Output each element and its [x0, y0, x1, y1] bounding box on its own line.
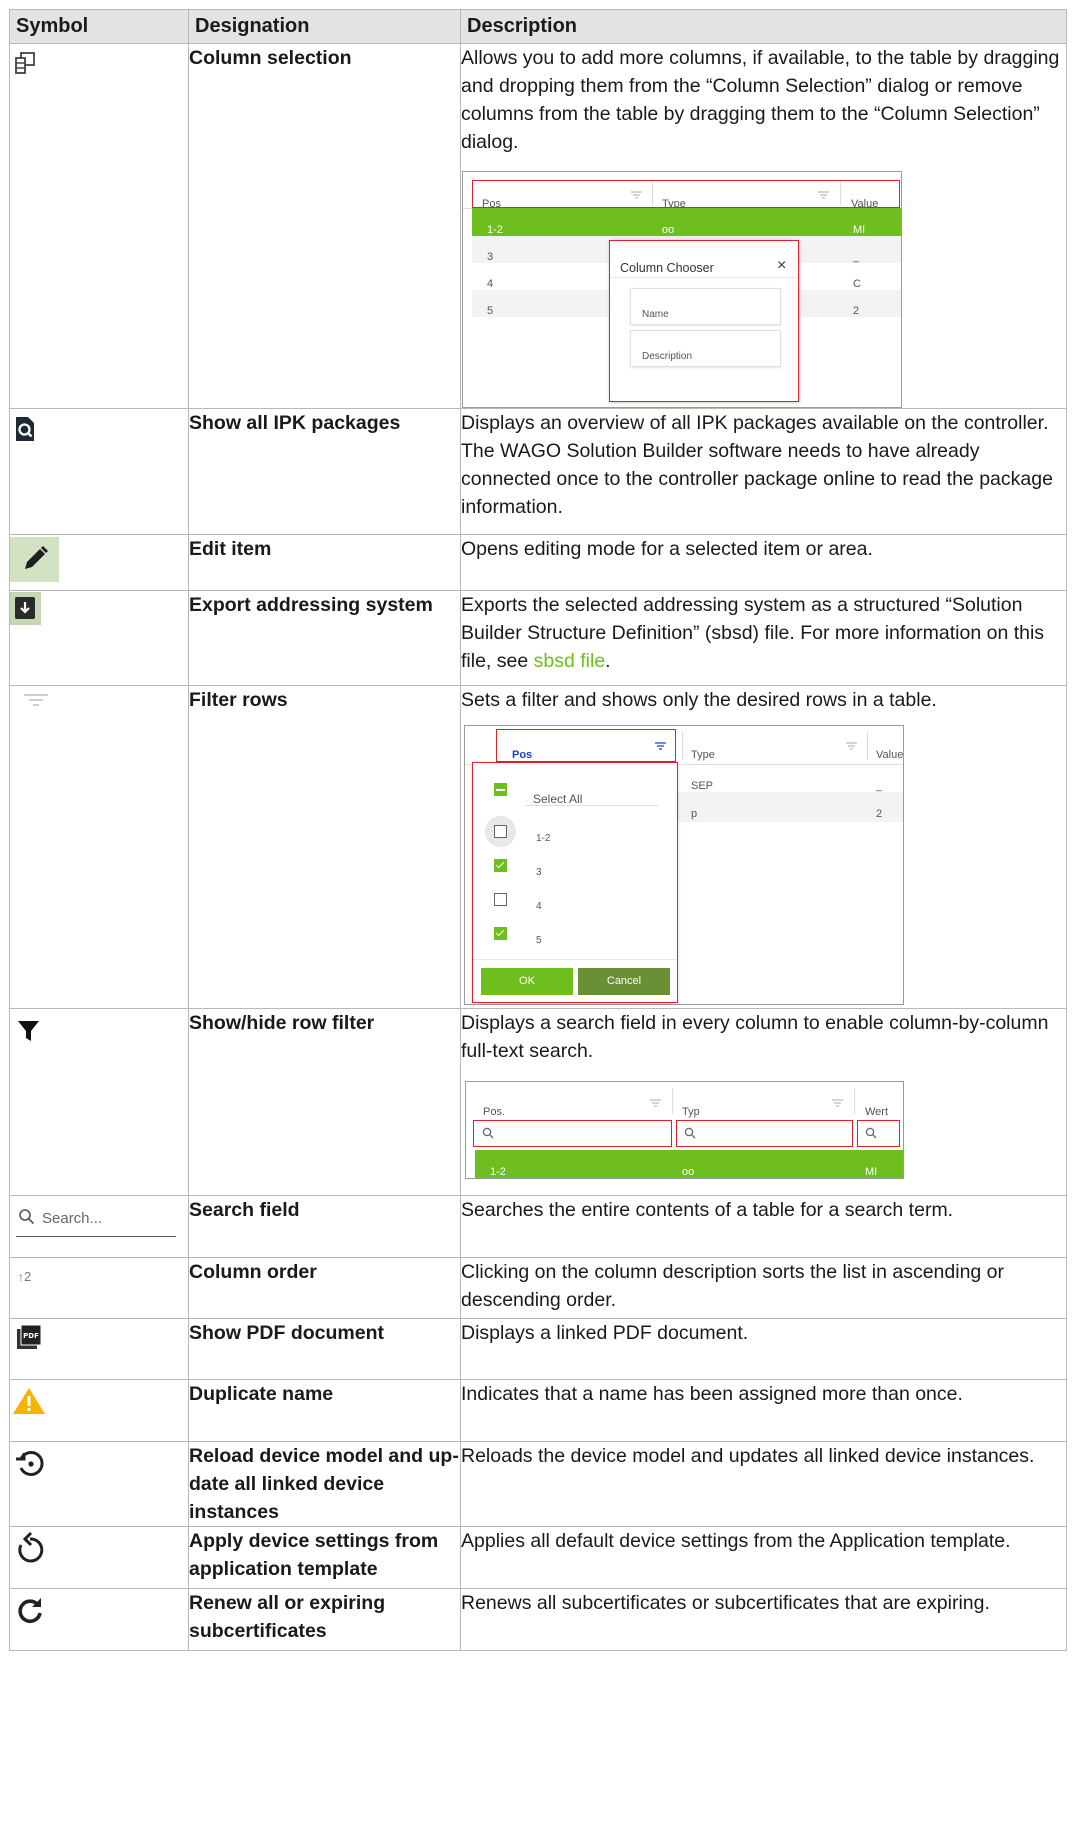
shot-cell: 2: [876, 808, 883, 820]
search-placeholder: Search...: [42, 1210, 103, 1227]
shot-header-type: Type: [691, 749, 715, 761]
row-designation: Export addressing system: [188, 590, 461, 686]
table-row: Renew all or expiring subcer­tificates R…: [9, 1588, 1067, 1651]
row-description: Sets a filter and shows only the desired…: [461, 689, 937, 711]
row-description: Displays a search field in every column …: [461, 1012, 1049, 1062]
shot-cell: 3: [487, 251, 494, 263]
row-description: Opens editing mode for a selected item o…: [460, 534, 1067, 591]
pdf-icon: PDF: [17, 1324, 42, 1349]
search-field-sample: Search...: [16, 1200, 176, 1237]
table-row: Apply device settings from ap­plication …: [9, 1526, 1067, 1589]
table-row: PDF Show PDF document Displays a linked …: [9, 1318, 1067, 1380]
warning-icon: [13, 1388, 45, 1414]
shot-cell: MI: [865, 1166, 878, 1178]
table-row: Column selection Allows you to add more …: [9, 43, 1067, 409]
sbsd-file-link[interactable]: sbsd file: [534, 650, 606, 672]
search-field-highlight[interactable]: [676, 1120, 853, 1147]
pencil-icon: [10, 537, 59, 582]
filter-screenshot: Pos Type Value SEP _ p 2 Select All 1-2 …: [464, 725, 904, 1005]
shot-cell: 5: [487, 305, 494, 317]
row-designation: Edit item: [188, 534, 461, 591]
table-row: Edit item Opens editing mode for a selec…: [9, 534, 1067, 591]
export-icon: [10, 592, 41, 625]
table-row: ↑2 Column order Clicking on the column d…: [9, 1257, 1067, 1319]
header-description: Description: [460, 9, 1067, 44]
shot-cell: 2: [853, 305, 860, 317]
search-icon: [865, 1127, 877, 1139]
reload-icon: [16, 1451, 44, 1476]
row-filter-screenshot: Pos. Typ Wert 1-2 oo MI: [465, 1081, 904, 1179]
restore-icon: [18, 1531, 44, 1563]
row-description: Allows you to add more columns, if avail…: [461, 47, 1060, 153]
row-designation: Show PDF document: [188, 1318, 461, 1380]
dialog-highlight: [609, 240, 799, 402]
shot-cell: oo: [682, 1166, 695, 1178]
funnel-icon: [18, 1021, 39, 1041]
filter-rows-icon: [24, 694, 48, 706]
row-designation: Column order: [188, 1257, 461, 1319]
filter-lines-icon: [832, 1099, 843, 1107]
search-icon: [684, 1127, 696, 1139]
sort-order-number: 2: [24, 1269, 32, 1284]
row-description: Clicking on the column description sorts…: [460, 1257, 1067, 1319]
row-designation: Duplicate name: [188, 1379, 461, 1442]
column-chooser-screenshot: Pos Type Value 1-2 oo MI 3 _ 4 C 5 2 Col…: [462, 171, 902, 408]
header-designation: Designation: [188, 9, 461, 44]
search-icon: [19, 1209, 35, 1225]
table-row: Duplicate name Indicates that a name has…: [9, 1379, 1067, 1442]
header-highlight: [472, 180, 900, 208]
table-row: Search... Search field Searches the enti…: [9, 1195, 1067, 1258]
row-description: Displays an overview of all IPK packages…: [460, 408, 1067, 535]
shot-selected-row: [472, 208, 901, 236]
row-designation: Filter rows: [188, 685, 461, 1009]
row-designation: Reload device model and up­date all link…: [188, 1441, 461, 1527]
row-description-end: .: [605, 650, 611, 672]
row-designation: Apply device settings from ap­plication …: [188, 1526, 461, 1589]
shot-header-value: Value: [876, 749, 904, 761]
header-symbol: Symbol: [9, 9, 189, 44]
table-row: Show all IPK packages Displays an overvi…: [9, 408, 1067, 535]
row-designation: Search field: [188, 1195, 461, 1258]
filter-lines-icon: [846, 742, 857, 750]
svg-text:PDF: PDF: [23, 1332, 39, 1340]
shot-cell: _: [853, 251, 860, 263]
row-description: Reloads the device model and updates all…: [460, 1441, 1067, 1527]
row-description: Displays a linked PDF document.: [460, 1318, 1067, 1380]
row-description: Searches the entire contents of a table …: [460, 1195, 1067, 1258]
refresh-icon: [18, 1598, 42, 1623]
table-row: Reload device model and up­date all link…: [9, 1441, 1067, 1527]
header-highlight: [496, 729, 676, 762]
symbol-table: Symbol Designation Description Column se…: [9, 9, 1067, 1651]
row-description: Renews all subcertificates or subcertifi…: [460, 1588, 1067, 1651]
column-selection-icon: [15, 52, 35, 74]
table-row: Show/hide row filter Displays a search f…: [9, 1008, 1067, 1196]
popup-highlight: [472, 762, 678, 1003]
ipk-packages-icon: [16, 417, 34, 441]
shot-cell: 1-2: [490, 1166, 506, 1178]
search-icon: [482, 1127, 494, 1139]
table-header-row: Symbol Designation Description: [9, 9, 1067, 44]
row-designation: Show all IPK packages: [188, 408, 461, 535]
filter-lines-icon: [650, 1099, 661, 1107]
table-row: Export addressing system Exports the sel…: [9, 590, 1067, 686]
search-field-highlight[interactable]: [473, 1120, 672, 1147]
row-description: Indicates that a name has been assigned …: [460, 1379, 1067, 1442]
row-description: Applies all default device settings from…: [460, 1526, 1067, 1589]
row-designation: Show/hide row filter: [188, 1008, 461, 1196]
search-field-highlight[interactable]: [857, 1120, 900, 1147]
shot-cell: p: [691, 808, 698, 820]
table-row: Filter rows Sets a filter and shows only…: [9, 685, 1067, 1009]
row-designation: Column selection: [188, 43, 461, 409]
row-designation: Renew all or expiring subcer­tificates: [188, 1588, 461, 1651]
